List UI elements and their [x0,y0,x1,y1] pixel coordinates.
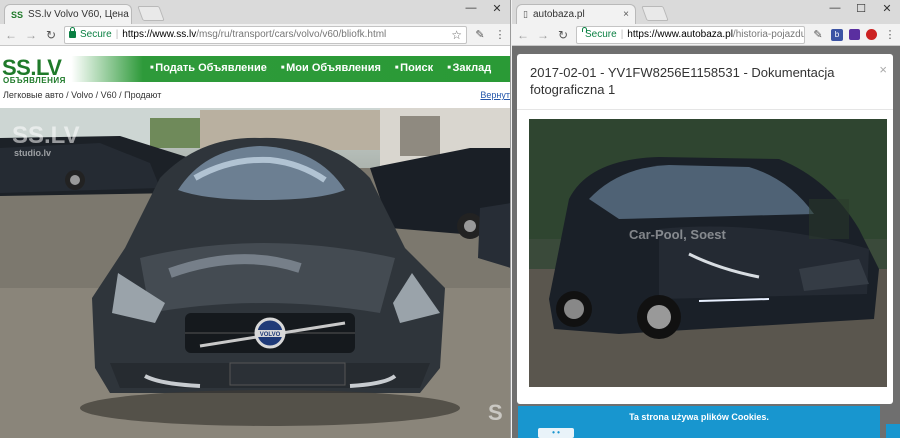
ss-main-nav: Подать Объявление Мои Объявления Поиск З… [150,62,491,74]
ss-watermark-corner: S [488,400,503,425]
secure-label: Secure [585,29,617,40]
ss-logo-subtitle: ОБЪЯВЛЕНИЯ [3,76,66,85]
url-path: /historia-pojazdu/5953! [732,29,805,40]
breadcrumb[interactable]: Легковые авто / Volvo / V60 / Продают [3,90,161,100]
forward-arrow-icon[interactable]: → [24,28,38,42]
modal-close-button[interactable]: × [879,62,887,77]
url-path: /msg/ru/transport/cars/volvo/v60/bliofk.… [196,29,387,40]
address-bar[interactable]: Secure | https://www.ss.lv/msg/ru/transp… [64,25,467,44]
reload-icon[interactable]: ↻ [556,28,570,42]
nav-my-ads[interactable]: Мои Объявления [281,62,381,74]
maximize-icon[interactable]: ☐ [848,0,874,16]
minimize-icon[interactable]: — [458,0,484,16]
extension-red-icon[interactable] [866,29,877,40]
tab-title: autobaza.pl [532,9,585,20]
page-favicon-icon: ▯ [523,9,528,19]
close-icon[interactable]: ✕ [874,0,900,16]
cookie-accept-button[interactable]: • • [538,428,574,438]
forward-arrow-icon[interactable]: → [536,28,550,42]
modal-divider [517,109,893,110]
photo-modal: 2017-02-01 - YV1FW8256E1158531 - Dokumen… [517,54,893,404]
browser-toolbar: ← → ↻ Secure | https://www.ss.lv/msg/ru/… [0,24,510,46]
nav-bookmarks[interactable]: Заклад [447,62,491,74]
extension-purple-icon[interactable] [849,29,860,40]
secure-label: Secure [80,29,112,40]
new-tab-button[interactable] [137,6,165,21]
back-link[interactable]: Вернут [480,90,510,100]
minimize-icon[interactable]: — [822,0,848,16]
browser-toolbar: ← → ↻ Secure | https://www.autobaza.pl/h… [512,24,900,46]
window-controls: — ☐ ✕ [822,0,900,16]
cookie-text: Ta strona używa plików Cookies. [629,412,769,422]
star-icon[interactable]: ☆ [451,28,462,42]
back-arrow-icon[interactable]: ← [516,28,530,42]
nav-search[interactable]: Поиск [395,62,433,74]
tab-close-icon[interactable]: × [623,9,629,20]
ss-watermark: SS.LV [12,122,80,149]
url-separator: | [115,29,119,40]
nav-post-ad[interactable]: Подать Объявление [150,62,267,74]
damaged-car-illustration [529,119,887,387]
close-icon[interactable]: ✕ [484,0,510,16]
car-photo-front[interactable]: VOLVO SS.LV studio.lv S [0,108,510,438]
menu-icon[interactable]: ⋮ [493,28,507,42]
tab-ss-lv[interactable]: SS SS.lv Volvo V60, Цена 18 × [4,4,132,24]
extension-icon[interactable]: ✎ [473,28,487,42]
extension-blue-icon[interactable]: b [831,28,843,41]
cookie-banner: Ta strona używa plików Cookies. • • [518,406,880,438]
new-tab-button[interactable] [641,6,669,21]
svg-text:VOLVO: VOLVO [260,332,281,338]
url-host: https://www.ss.lv [122,29,197,40]
reload-icon[interactable]: ↻ [44,28,58,42]
ss-favicon-icon: SS [11,9,24,20]
tab-strip: ▯ autobaza.pl × — ☐ ✕ [512,0,900,24]
tab-strip: SS SS.lv Volvo V60, Цена 18 × — ✕ [0,0,510,24]
damaged-car-photo[interactable]: Car-Pool, Soest [529,119,887,387]
tab-title: SS.lv Volvo V60, Цена 18 [28,9,132,20]
tab-autobaza[interactable]: ▯ autobaza.pl × [516,4,636,24]
browser-window-ss: SS SS.lv Volvo V60, Цена 18 × — ✕ ← → ↻ … [0,0,511,438]
modal-title: 2017-02-01 - YV1FW8256E1158531 - Dokumen… [530,65,835,97]
ss-watermark-sub: studio.lv [14,148,52,158]
url-host: https://www.autobaza.pl [627,29,733,40]
extension-icon[interactable]: ✎ [811,28,825,42]
lock-icon [69,27,76,38]
window-controls: — ✕ [458,0,510,16]
menu-icon[interactable]: ⋮ [883,28,897,42]
modal-watermark: Car-Pool, Soest [629,227,726,242]
browser-window-autobaza: ▯ autobaza.pl × — ☐ ✕ ← → ↻ Secure | htt… [512,0,900,438]
scroll-top-button[interactable] [886,424,900,438]
back-arrow-icon[interactable]: ← [4,28,18,42]
address-bar[interactable]: Secure | https://www.autobaza.pl/histori… [576,25,805,44]
car-front-illustration: VOLVO [0,108,510,438]
url-separator: | [620,29,624,40]
